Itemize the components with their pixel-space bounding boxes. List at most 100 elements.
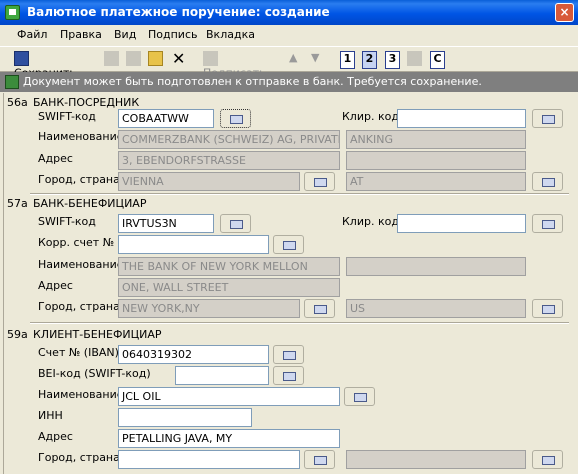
beneficiary-bank-city-lookup-button[interactable] <box>304 299 335 318</box>
copy-button[interactable] <box>126 51 141 69</box>
info-message: Документ может быть подготовлен к отправ… <box>23 75 482 88</box>
intermediary-clearing-label: Клир. код <box>342 110 399 123</box>
beneficiary-city-lookup-button[interactable] <box>304 450 335 469</box>
corr-account-label: Корр. счет № <box>38 236 115 249</box>
intermediary-clearing-input[interactable] <box>397 109 526 128</box>
info-bar: Документ может быть подготовлен к отправ… <box>0 72 578 92</box>
tab-c-button[interactable]: C <box>430 51 445 69</box>
beneficiary-bank-country-lookup-button[interactable] <box>532 299 563 318</box>
intermediary-country-lookup-button[interactable] <box>532 172 563 191</box>
arrow-down-icon: ▼ <box>311 51 320 64</box>
beneficiary-country-lookup-button[interactable] <box>532 450 563 469</box>
grid-icon <box>407 51 422 66</box>
menu-edit[interactable]: Правка <box>60 28 102 41</box>
printer-icon <box>104 51 119 66</box>
intermediary-name-label: Наименование <box>38 130 124 143</box>
sign-icon <box>203 51 218 66</box>
open-folder-button[interactable] <box>148 51 163 69</box>
floppy-disk-icon <box>14 51 29 66</box>
app-icon <box>5 5 20 20</box>
save-button[interactable]: Сохранить <box>14 51 94 80</box>
toolbar: Сохранить ✕ Подписать ▲ ▼ 1 2 3 C <box>0 46 578 80</box>
intermediary-swift-label: SWIFT-код <box>38 110 96 123</box>
beneficiary-bank-swift-label: SWIFT-код <box>38 215 96 228</box>
arrow-up-icon: ▲ <box>289 51 298 64</box>
title-bar: Валютное платежное поручение: создание × <box>0 0 578 25</box>
intermediary-clearing-lookup-button[interactable] <box>532 109 563 128</box>
beneficiary-bank-clearing-lookup-button[interactable] <box>532 214 563 233</box>
grid-button[interactable] <box>407 51 422 69</box>
beneficiary-name-label: Наименование <box>38 388 124 401</box>
intermediary-city-label: Город, страна <box>38 173 120 186</box>
folder-icon <box>148 51 163 66</box>
move-up-button[interactable]: ▲ <box>289 51 297 69</box>
tab-3-button[interactable]: 3 <box>385 51 400 69</box>
intermediary-swift-input[interactable]: COBAATWW <box>118 109 214 128</box>
beneficiary-name-lookup-button[interactable] <box>344 387 375 406</box>
beneficiary-bank-name-label: Наименование <box>38 258 124 271</box>
beneficiary-bank-city-input[interactable]: NEW YORK,NY <box>118 299 300 318</box>
beneficiary-country-input[interactable] <box>346 450 526 469</box>
save-status-icon <box>5 75 19 89</box>
beneficiary-bank-address-input[interactable]: ONE, WALL STREET <box>118 278 340 297</box>
beneficiary-bank-name-input[interactable]: THE BANK OF NEW YORK MELLON <box>118 257 340 276</box>
beneficiary-bank-swift-lookup-button[interactable] <box>220 214 251 233</box>
intermediary-name-input[interactable]: COMMERZBANK (SCHWEIZ) AG, PRIVATE B <box>118 130 340 149</box>
inn-label: ИНН <box>38 409 63 422</box>
section-divider <box>30 193 569 195</box>
beneficiary-bank-country-input[interactable]: US <box>346 299 526 318</box>
beneficiary-name-input[interactable]: JCL OIL <box>118 387 340 406</box>
menu-tab[interactable]: Вкладка <box>206 28 255 41</box>
bei-code-label: BEI-код (SWIFT-код) <box>38 367 151 380</box>
sign-button[interactable]: Подписать <box>203 51 281 80</box>
corr-account-input[interactable] <box>118 235 269 254</box>
beneficiary-bank-swift-input[interactable]: IRVTUS3N <box>118 214 214 233</box>
intermediary-swift-lookup-button[interactable] <box>220 109 251 128</box>
bei-code-lookup-button[interactable] <box>273 366 304 385</box>
menu-file[interactable]: Файл <box>17 28 47 41</box>
bei-code-input[interactable] <box>175 366 269 385</box>
copy-icon <box>126 51 141 66</box>
move-down-button[interactable]: ▼ <box>311 51 319 69</box>
menu-bar: Файл Правка Вид Подпись Вкладка <box>0 25 578 45</box>
section-59a-title: КЛИЕНТ-БЕНЕФИЦИАР <box>33 328 162 341</box>
print-button[interactable] <box>104 51 119 69</box>
intermediary-address-cont-input[interactable] <box>346 151 526 170</box>
delete-button[interactable]: ✕ <box>172 51 185 69</box>
tab-2-button[interactable]: 2 <box>362 51 377 69</box>
beneficiary-city-input[interactable] <box>118 450 300 469</box>
section-56a-number: 56a <box>7 96 28 109</box>
beneficiary-address-input[interactable]: PETALLING JAVA, MY <box>118 429 340 448</box>
menu-sign[interactable]: Подпись <box>148 28 197 41</box>
intermediary-name-cont-input[interactable]: ANKING <box>346 130 526 149</box>
account-iban-label: Счет № (IBAN) <box>38 346 119 359</box>
inn-input[interactable] <box>118 408 252 427</box>
close-button[interactable]: × <box>555 3 574 22</box>
section-57a-number: 57a <box>7 197 28 210</box>
account-iban-lookup-button[interactable] <box>273 345 304 364</box>
intermediary-city-lookup-button[interactable] <box>304 172 335 191</box>
window-title: Валютное платежное поручение: создание <box>27 5 330 19</box>
account-iban-input[interactable]: 0640319302 <box>118 345 269 364</box>
menu-view[interactable]: Вид <box>114 28 136 41</box>
beneficiary-bank-name-cont-input[interactable] <box>346 257 526 276</box>
section-divider <box>30 322 569 324</box>
beneficiary-bank-city-label: Город, страна <box>38 300 120 313</box>
beneficiary-city-label: Город, страна <box>38 451 120 464</box>
section-57a-title: БАНК-БЕНЕФИЦИАР <box>33 197 147 210</box>
beneficiary-bank-address-label: Адрес <box>38 279 73 292</box>
intermediary-address-label: Адрес <box>38 152 73 165</box>
tab-1-button[interactable]: 1 <box>340 51 355 69</box>
beneficiary-bank-clearing-input[interactable] <box>397 214 526 233</box>
section-59a-number: 59a <box>7 328 28 341</box>
corr-account-lookup-button[interactable] <box>273 235 304 254</box>
intermediary-country-input[interactable]: AT <box>346 172 526 191</box>
form-content: 56a БАНК-ПОСРЕДНИК SWIFT-код COBAATWW Кл… <box>3 93 569 474</box>
section-56a-title: БАНК-ПОСРЕДНИК <box>33 96 140 109</box>
intermediary-city-input[interactable]: VIENNA <box>118 172 300 191</box>
vertical-scrollbar[interactable] <box>569 93 578 474</box>
x-icon: ✕ <box>172 49 186 68</box>
beneficiary-bank-clearing-label: Клир. код <box>342 215 399 228</box>
intermediary-address-input[interactable]: 3, EBENDORFSTRASSE <box>118 151 340 170</box>
beneficiary-address-label: Адрес <box>38 430 73 443</box>
